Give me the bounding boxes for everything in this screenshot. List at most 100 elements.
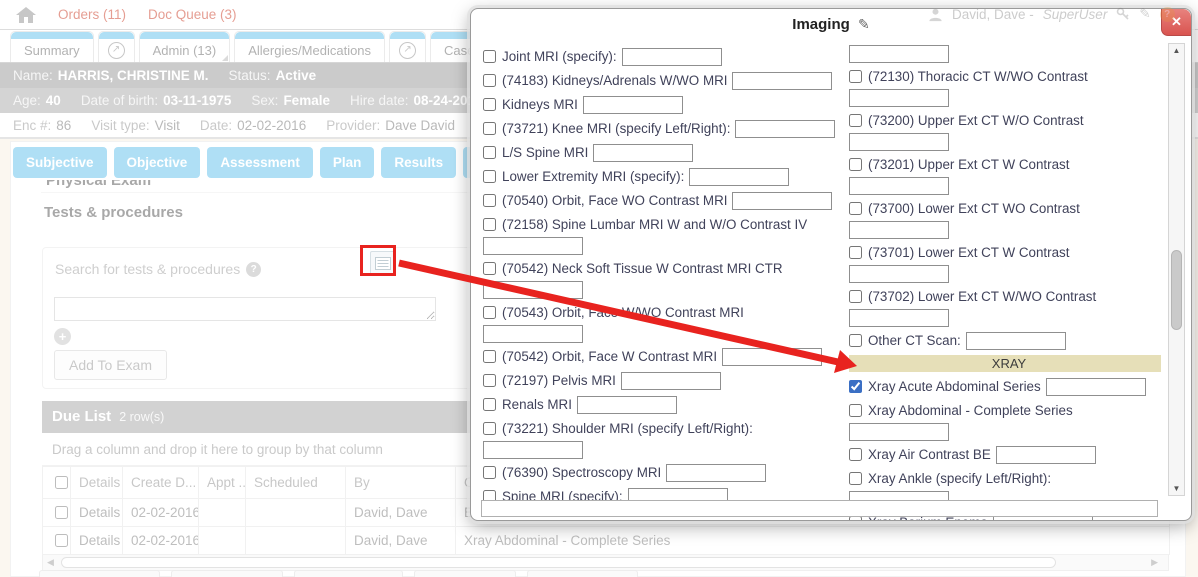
imaging-option-row: (73201) Upper Ext CT W Contrast [849, 155, 1161, 195]
imaging-option-label: Xray Abdominal - Complete Series [868, 403, 1073, 418]
imaging-option-checkbox[interactable] [849, 334, 862, 347]
imaging-option-checkbox[interactable] [483, 194, 496, 207]
dialog-scrollbar-thumb[interactable] [1171, 250, 1182, 330]
imaging-option-label: (76390) Spectroscopy MRI [502, 465, 661, 480]
imaging-option-label: Joint MRI (specify): [502, 49, 617, 64]
imaging-option-input[interactable] [483, 441, 583, 459]
imaging-option-checkbox[interactable] [849, 290, 862, 303]
user-icon [928, 7, 943, 22]
imaging-option-checkbox[interactable] [483, 350, 496, 363]
imaging-option-input[interactable] [593, 144, 693, 162]
dialog-scrollbar[interactable]: ▲ ▼ [1168, 43, 1185, 496]
imaging-option-checkbox[interactable] [483, 74, 496, 87]
imaging-option-label: (73702) Lower Ext CT W/WO Contrast [868, 289, 1096, 304]
imaging-option-input[interactable] [666, 464, 766, 482]
help-circle-icon[interactable]: ? [1160, 7, 1175, 22]
imaging-option-label: Lower Extremity MRI (specify): [502, 169, 684, 184]
imaging-option-label: Other CT Scan: [868, 333, 961, 348]
imaging-option-checkbox[interactable] [483, 306, 496, 319]
imaging-option-input[interactable] [1046, 378, 1146, 396]
imaging-option-input[interactable] [689, 168, 789, 186]
edit-icon[interactable]: ✎ [1139, 6, 1150, 22]
imaging-option-label: (73721) Knee MRI (specify Left/Right): [502, 121, 730, 136]
imaging-option-label: Xray Ankle (specify Left/Right): [868, 471, 1051, 486]
imaging-option-input[interactable] [849, 133, 949, 151]
imaging-option-input[interactable] [732, 72, 832, 90]
imaging-option-checkbox[interactable] [849, 70, 862, 83]
imaging-option-input[interactable] [483, 281, 583, 299]
imaging-option-input[interactable] [966, 332, 1066, 350]
imaging-option-label: (72158) Spine Lumbar MRI W and W/O Contr… [502, 217, 807, 232]
imaging-option-checkbox[interactable] [849, 114, 862, 127]
imaging-option-row: (73221) Shoulder MRI (specify Left/Right… [483, 419, 841, 459]
imaging-option-input[interactable] [622, 48, 722, 66]
imaging-option-checkbox[interactable] [483, 50, 496, 63]
imaging-option-row: (73702) Lower Ext CT W/WO Contrast [849, 287, 1161, 327]
imaging-option-row: Joint MRI (specify): [483, 47, 841, 67]
user-name[interactable]: David, Dave - [952, 7, 1034, 22]
imaging-option-checkbox[interactable] [483, 98, 496, 111]
imaging-option-label: (73201) Upper Ext CT W Contrast [868, 157, 1069, 172]
imaging-option-input[interactable] [849, 309, 949, 327]
imaging-option-input[interactable] [849, 45, 949, 63]
imaging-option-checkbox[interactable] [483, 146, 496, 159]
imaging-option-input[interactable] [621, 372, 721, 390]
imaging-option-checkbox[interactable] [483, 374, 496, 387]
imaging-option-checkbox[interactable] [483, 170, 496, 183]
imaging-option-row: Other CT Scan: [849, 331, 1161, 351]
imaging-option-input[interactable] [996, 446, 1096, 464]
imaging-option-label: Renals MRI [502, 397, 572, 412]
imaging-option-checkbox[interactable] [849, 380, 862, 393]
user-role: SuperUser [1043, 7, 1108, 22]
imaging-option-row: (72130) Thoracic CT W/WO Contrast [849, 67, 1161, 107]
imaging-option-checkbox[interactable] [483, 262, 496, 275]
imaging-option-row: Xray Acute Abdominal Series [849, 377, 1161, 397]
imaging-option-input[interactable] [849, 177, 949, 195]
imaging-option-row: Kidneys MRI [483, 95, 841, 115]
imaging-option-checkbox[interactable] [849, 246, 862, 259]
key-icon[interactable] [1116, 7, 1130, 21]
imaging-option-row: (70542) Orbit, Face W Contrast MRI [483, 347, 841, 367]
imaging-option-row: (70540) Orbit, Face WO Contrast MRI [483, 191, 841, 211]
imaging-left-column: Joint MRI (specify): (74183) Kidneys/Adr… [483, 41, 841, 511]
imaging-option-input[interactable] [849, 89, 949, 107]
imaging-option-row: (73701) Lower Ext CT W Contrast [849, 243, 1161, 283]
imaging-option-checkbox[interactable] [849, 202, 862, 215]
imaging-option-row [849, 45, 1161, 63]
imaging-option-checkbox[interactable] [483, 466, 496, 479]
dialog-title: Imaging [792, 16, 850, 33]
scroll-down-icon[interactable]: ▼ [1169, 484, 1184, 493]
imaging-option-input[interactable] [483, 237, 583, 255]
imaging-option-row: (72158) Spine Lumbar MRI W and W/O Contr… [483, 215, 841, 255]
imaging-option-label: (70540) Orbit, Face WO Contrast MRI [502, 193, 727, 208]
imaging-option-checkbox[interactable] [483, 398, 496, 411]
imaging-option-row: (74183) Kidneys/Adrenals W/WO MRI [483, 71, 841, 91]
imaging-option-checkbox[interactable] [849, 472, 862, 485]
imaging-option-input[interactable] [583, 96, 683, 114]
imaging-option-row: Xray Air Contrast BE [849, 445, 1161, 465]
imaging-option-input[interactable] [735, 120, 835, 138]
imaging-option-checkbox[interactable] [483, 218, 496, 231]
imaging-option-input[interactable] [722, 348, 822, 366]
imaging-option-checkbox[interactable] [483, 422, 496, 435]
imaging-option-row: Lower Extremity MRI (specify): [483, 167, 841, 187]
scroll-up-icon[interactable]: ▲ [1169, 46, 1184, 55]
imaging-option-row: Renals MRI [483, 395, 841, 415]
imaging-option-label: (73700) Lower Ext CT WO Contrast [868, 201, 1080, 216]
dialog-comment-input[interactable] [481, 500, 1158, 517]
imaging-option-input[interactable] [732, 192, 832, 210]
imaging-option-input[interactable] [849, 423, 949, 441]
imaging-option-label: (74183) Kidneys/Adrenals W/WO MRI [502, 73, 727, 88]
imaging-option-input[interactable] [577, 396, 677, 414]
imaging-option-input[interactable] [849, 221, 949, 239]
imaging-option-input[interactable] [483, 325, 583, 343]
imaging-option-checkbox[interactable] [483, 122, 496, 135]
imaging-option-checkbox[interactable] [849, 404, 862, 417]
imaging-option-input[interactable] [849, 265, 949, 283]
app-screen: Orders (11) Doc Queue (3) Summary ↗ ↗ Ad… [0, 0, 1198, 577]
imaging-option-checkbox[interactable] [849, 158, 862, 171]
imaging-option-checkbox[interactable] [849, 448, 862, 461]
edit-title-icon[interactable]: ✎ [858, 16, 870, 32]
imaging-option-label: (73200) Upper Ext CT W/O Contrast [868, 113, 1084, 128]
imaging-option-label: (72130) Thoracic CT W/WO Contrast [868, 69, 1088, 84]
